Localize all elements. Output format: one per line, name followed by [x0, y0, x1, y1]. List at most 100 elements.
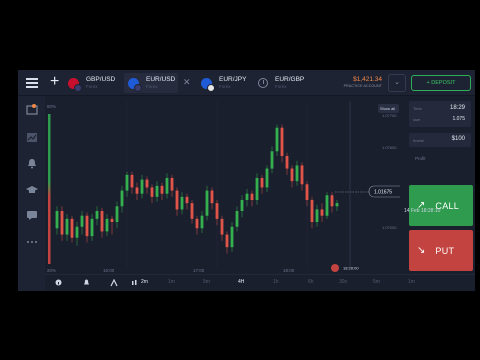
- candle: [285, 156, 289, 169]
- candle: [150, 187, 154, 197]
- timeframe-option[interactable]: 1m: [408, 279, 415, 285]
- tab-sub: Forex: [219, 84, 231, 89]
- put-button[interactable]: ↘ PUT: [409, 230, 473, 271]
- tab-eur-jpy[interactable]: EUR/JPY Forex: [201, 73, 246, 93]
- candle: [140, 179, 144, 194]
- profit-label: Profit: [415, 156, 426, 161]
- x-tick: 16:00: [103, 268, 115, 273]
- tab-sub: Forex: [86, 84, 98, 89]
- candle: [60, 211, 64, 235]
- tab-pair: GBP/USD: [86, 76, 116, 83]
- candle-type-icon[interactable]: [130, 279, 138, 287]
- expiry-label: 18:28:00: [343, 266, 359, 271]
- chevron-down-icon[interactable]: ⌄: [388, 74, 406, 92]
- chat-icon[interactable]: [26, 210, 38, 221]
- candle: [235, 211, 239, 227]
- more-icon[interactable]: [26, 236, 38, 247]
- candle: [80, 215, 84, 227]
- candle: [180, 196, 184, 210]
- candle: [250, 193, 254, 200]
- deposit-button[interactable]: + DEPOSIT: [411, 75, 471, 91]
- education-icon[interactable]: [26, 184, 38, 195]
- candle: [85, 215, 89, 237]
- candle: [290, 168, 294, 182]
- put-label: PUT: [435, 245, 455, 256]
- candle: [245, 193, 249, 200]
- alert-icon[interactable]: [83, 279, 90, 286]
- notification-dot: [32, 104, 36, 108]
- chart-icon[interactable]: [26, 132, 38, 143]
- candle: [135, 187, 139, 194]
- tab-eur-usd[interactable]: EUR/USD Forex: [124, 73, 178, 93]
- call-button[interactable]: ↗ CALL: [409, 185, 473, 226]
- candle: [240, 200, 244, 211]
- candle: [170, 178, 174, 191]
- price-chart[interactable]: 80% 20% 1.01675 1.07700 1.07600 1.07000 …: [45, 96, 400, 274]
- candle: [225, 234, 229, 248]
- show-all-label: Show all: [380, 106, 395, 111]
- candle: [165, 178, 169, 194]
- tab-pair: EUR/USD: [146, 76, 176, 83]
- timeframe-option[interactable]: 5m: [203, 279, 210, 285]
- candle: [105, 218, 109, 232]
- candle: [215, 203, 219, 219]
- server-datetime: 14 Feb 18:28:10: [404, 208, 441, 214]
- candle: [120, 190, 124, 207]
- candle: [70, 218, 74, 238]
- amount-value: $100: [451, 136, 465, 142]
- candle: [205, 190, 209, 216]
- y-tick: 1.07600: [382, 145, 397, 150]
- account-type: PRACTICE ACCOUNT: [343, 84, 382, 88]
- candle: [115, 206, 119, 222]
- tab-sub: Forex: [146, 84, 158, 89]
- bell-icon[interactable]: [26, 158, 38, 169]
- candle: [90, 218, 94, 237]
- eur-flag-icon: [128, 77, 142, 92]
- expiry-icon[interactable]: [331, 264, 339, 272]
- candle: [255, 178, 259, 200]
- candle: [110, 218, 114, 222]
- size-value: 1.075: [452, 116, 465, 122]
- info-icon[interactable]: [55, 279, 62, 286]
- candle: [185, 196, 189, 204]
- candle: [145, 179, 149, 188]
- candle: [330, 195, 334, 207]
- candle: [55, 211, 59, 229]
- top-pct-label: 80%: [47, 104, 56, 109]
- candle: [175, 190, 179, 210]
- gbp-flag-icon: [68, 77, 82, 92]
- amount-field[interactable]: Invest $100: [409, 133, 471, 147]
- candle: [320, 209, 324, 216]
- close-tab-icon[interactable]: ✕: [183, 77, 191, 88]
- sidebar: [18, 96, 45, 291]
- timeframe-option[interactable]: 1h: [273, 279, 279, 285]
- eur-flag-icon: [201, 77, 215, 92]
- candle: [295, 165, 299, 182]
- candle: [200, 215, 204, 229]
- timeframe-option[interactable]: 30s: [339, 279, 347, 285]
- candle: [315, 209, 319, 222]
- menu-icon[interactable]: [26, 78, 38, 88]
- time-field[interactable]: Time 18:29 size 1.075: [409, 101, 471, 127]
- timeframe-option[interactable]: 1m: [168, 279, 175, 285]
- tab-pair: EUR/JPY: [219, 76, 247, 83]
- x-tick: 18:00: [283, 268, 295, 273]
- candle: [130, 174, 134, 188]
- timeframe-option[interactable]: 6h: [308, 279, 314, 285]
- candle: [160, 185, 164, 194]
- timeframe-option-active[interactable]: 4H: [238, 279, 244, 285]
- candle: [270, 151, 274, 169]
- tab-eur-gbp[interactable]: EUR/GBP Forex: [258, 73, 304, 93]
- candle: [125, 174, 129, 191]
- candle: [300, 165, 304, 185]
- candle: [335, 203, 339, 207]
- timeframe-option[interactable]: 5m: [373, 279, 380, 285]
- timeframe-selected[interactable]: 2m: [141, 279, 148, 285]
- balance-display[interactable]: $1,421.34 PRACTICE ACCOUNT: [338, 76, 382, 89]
- tab-gbp-usd[interactable]: GBP/USD Forex: [68, 73, 115, 93]
- candle: [265, 168, 269, 188]
- candle: [230, 226, 234, 248]
- drawing-tool-icon[interactable]: [110, 279, 118, 287]
- add-tab-icon[interactable]: +: [50, 74, 59, 90]
- candle: [65, 218, 69, 235]
